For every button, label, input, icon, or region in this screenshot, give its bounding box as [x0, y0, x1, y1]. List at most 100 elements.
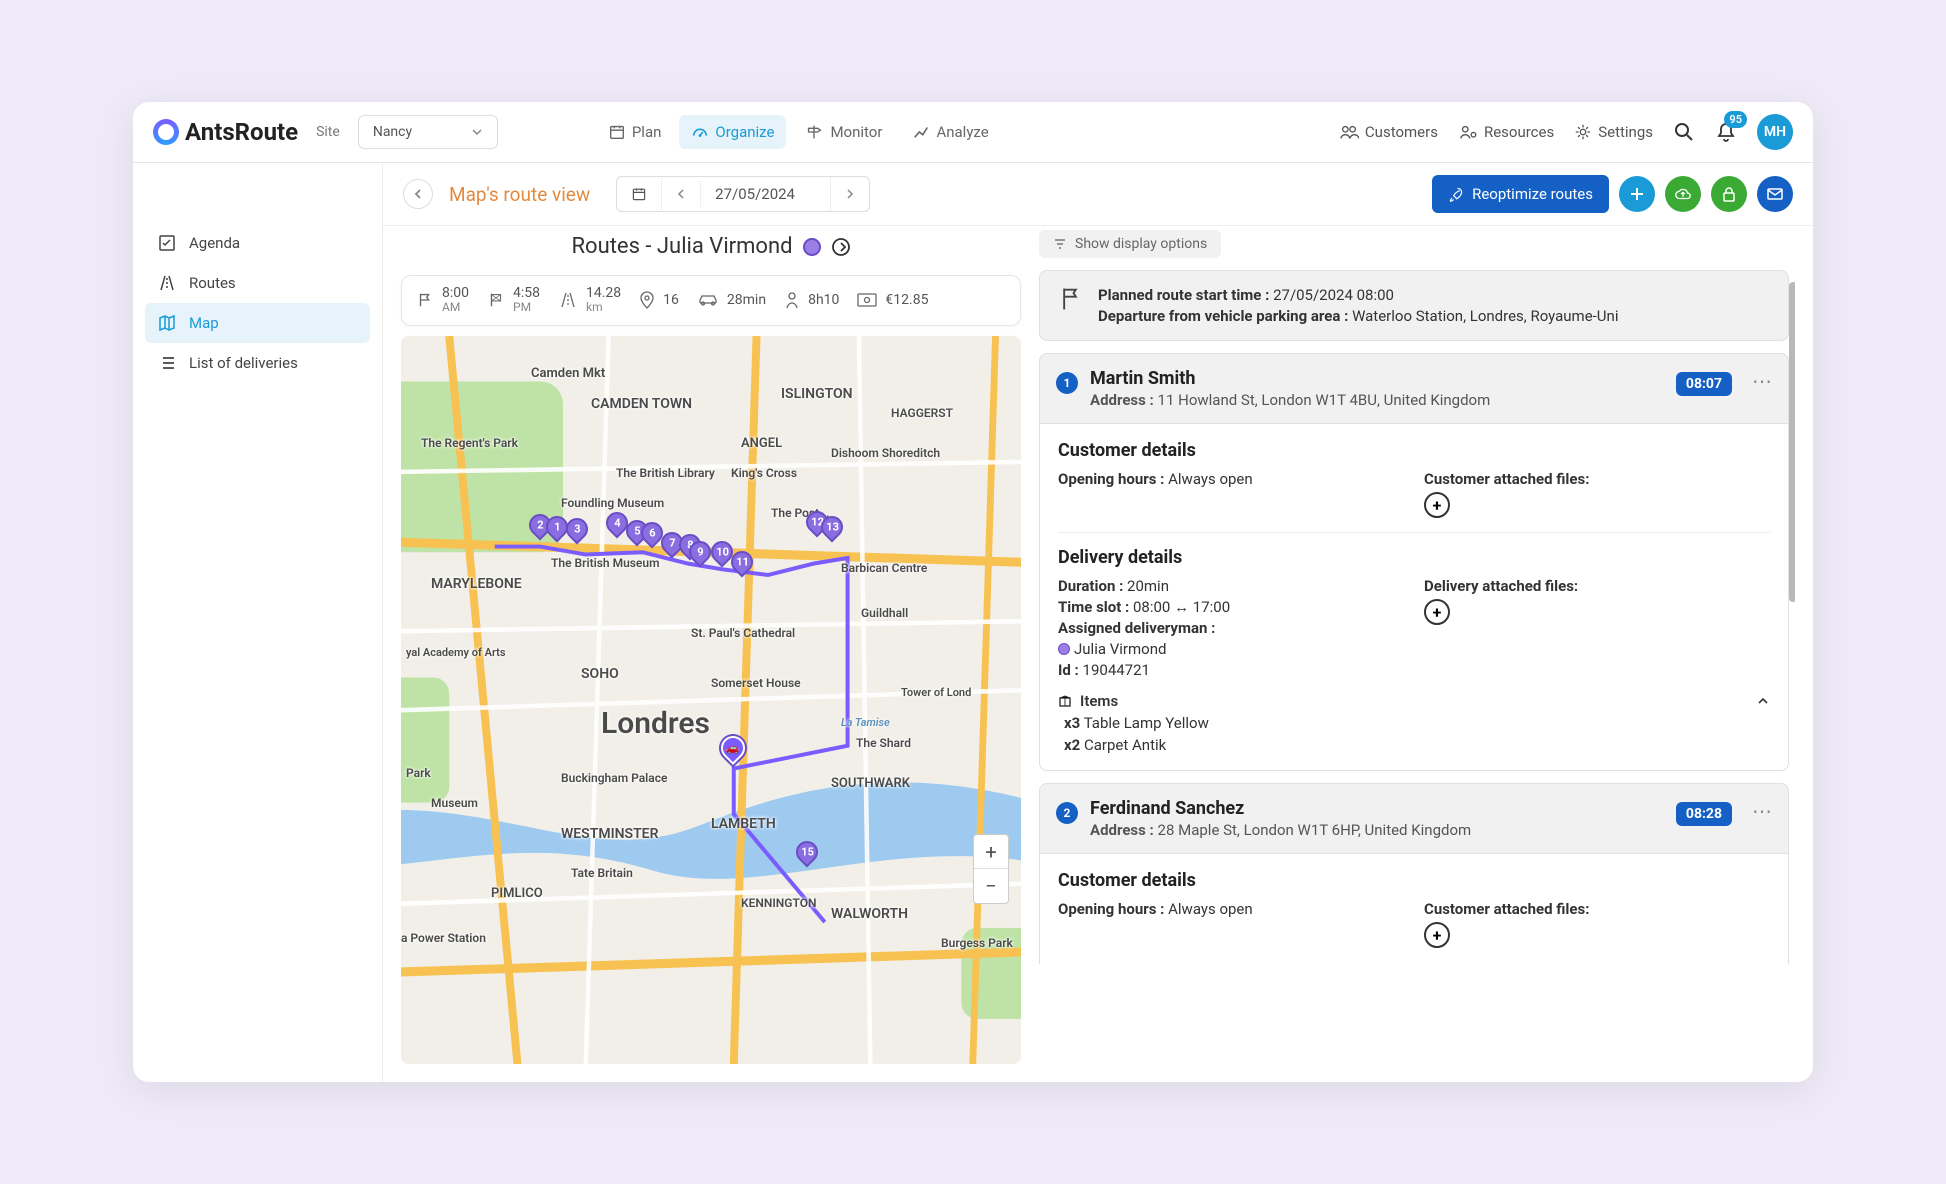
- stop-body: Customer details Opening hours : Always …: [1039, 854, 1789, 964]
- tab-plan[interactable]: Plan: [596, 115, 674, 149]
- route-heading: Routes - Julia Virmond: [401, 230, 1021, 265]
- filter-icon: [1053, 237, 1067, 251]
- stop-card: 2 Ferdinand Sanchez Address : 28 Maple S…: [1039, 783, 1789, 964]
- stop-number: 1: [1056, 372, 1078, 394]
- stop-menu[interactable]: ⋯: [1752, 376, 1772, 386]
- site-value: Nancy: [373, 124, 412, 140]
- add-delivery-file[interactable]: +: [1424, 599, 1450, 625]
- stop-header[interactable]: 2 Ferdinand Sanchez Address : 28 Maple S…: [1039, 783, 1789, 854]
- toolbar-right: Reoptimize routes: [1432, 175, 1793, 213]
- map-icon: [157, 313, 177, 333]
- add-button[interactable]: [1619, 176, 1655, 212]
- chevron-up-icon: [1756, 694, 1770, 708]
- lock-button[interactable]: [1711, 176, 1747, 212]
- stop-number: 2: [1056, 802, 1078, 824]
- left-pane: Routes - Julia Virmond 8:00AM 4:58PM: [401, 230, 1021, 1064]
- notifications-button[interactable]: 95: [1715, 121, 1737, 143]
- show-display-options[interactable]: Show display options: [1039, 230, 1221, 258]
- customer-name: Ferdinand Sanchez: [1090, 798, 1471, 819]
- reoptimize-button[interactable]: Reoptimize routes: [1432, 175, 1609, 213]
- rocket-icon: [1448, 186, 1464, 202]
- avatar[interactable]: MH: [1757, 114, 1793, 150]
- map[interactable]: Londres MARYLEBONE Camden Mkt CAMDEN TOW…: [401, 336, 1021, 1064]
- logo-icon: [153, 119, 179, 145]
- zoom-in[interactable]: +: [974, 835, 1008, 869]
- mail-button[interactable]: [1757, 176, 1793, 212]
- sidebar-item-deliveries[interactable]: List of deliveries: [145, 343, 370, 383]
- chevron-left-icon: [676, 189, 686, 199]
- date-display[interactable]: 27/05/2024: [701, 177, 831, 211]
- zoom-out[interactable]: −: [974, 869, 1008, 903]
- tab-monitor[interactable]: Monitor: [792, 115, 894, 149]
- flag-icon: [1056, 285, 1084, 313]
- plus-icon: [1629, 186, 1645, 202]
- person-icon: [784, 291, 800, 309]
- calendar-icon: [631, 186, 647, 202]
- nav-tabs: Plan Organize Monitor Analyze: [596, 115, 1001, 149]
- stat-end: 4:58PM: [487, 286, 540, 315]
- agenda-icon: [157, 233, 177, 253]
- site-select[interactable]: Nancy: [358, 115, 498, 149]
- flag-start-icon: [416, 291, 434, 309]
- stat-drive: 28min: [697, 292, 766, 308]
- main: Map's route view 27/05/2024 Reoptimize r…: [383, 163, 1813, 1082]
- chevron-down-icon: [471, 126, 483, 138]
- road-icon: [558, 291, 578, 309]
- logo[interactable]: AntsRoute: [153, 118, 298, 146]
- stop-menu[interactable]: ⋯: [1752, 806, 1772, 816]
- car-icon: [697, 293, 719, 307]
- tab-organize[interactable]: Organize: [679, 115, 786, 149]
- list-icon: [157, 353, 177, 373]
- person-gear-icon: [1458, 124, 1478, 140]
- search-button[interactable]: [1673, 121, 1695, 143]
- stat-start: 8:00AM: [416, 286, 469, 315]
- mail-icon: [1767, 188, 1783, 200]
- app-window: AntsRoute Site Nancy Plan Organize Monit…: [133, 102, 1813, 1082]
- map-city-label: Londres: [601, 706, 710, 741]
- scrollbar[interactable]: [1789, 282, 1795, 602]
- chevron-right-icon: [845, 189, 855, 199]
- chevron-left-icon: [412, 188, 424, 200]
- zoom-control: + −: [973, 834, 1009, 904]
- link-settings[interactable]: Settings: [1574, 123, 1653, 141]
- stat-distance: 14.28km: [558, 286, 621, 315]
- date-next[interactable]: [831, 181, 869, 207]
- add-customer-file[interactable]: +: [1424, 492, 1450, 518]
- link-resources[interactable]: Resources: [1458, 123, 1554, 141]
- right-pane: ✕ Show display options Planned route sta…: [1039, 230, 1795, 1064]
- content-row: Routes - Julia Virmond 8:00AM 4:58PM: [383, 226, 1813, 1082]
- app-name: AntsRoute: [185, 118, 298, 146]
- back-button[interactable]: [403, 179, 433, 209]
- chart-icon: [912, 123, 930, 141]
- items-toggle[interactable]: Items: [1058, 692, 1770, 710]
- body: Agenda Routes Map List of deliveries Map…: [133, 163, 1813, 1082]
- gear-icon: [1574, 123, 1592, 141]
- notif-badge: 95: [1724, 111, 1747, 128]
- sidebar-item-routes[interactable]: Routes: [145, 263, 370, 303]
- customer-name: Martin Smith: [1090, 368, 1490, 389]
- cloud-button[interactable]: [1665, 176, 1701, 212]
- stop-header[interactable]: 1 Martin Smith Address : 11 Howland St, …: [1039, 353, 1789, 424]
- box-icon: [1058, 694, 1072, 708]
- stat-cost: €12.85: [857, 292, 928, 308]
- add-customer-file[interactable]: +: [1424, 922, 1450, 948]
- date-prev[interactable]: [662, 181, 701, 207]
- gauge-icon: [691, 123, 709, 141]
- stop-card: 1 Martin Smith Address : 11 Howland St, …: [1039, 353, 1789, 771]
- target-icon[interactable]: [831, 237, 851, 257]
- tab-analyze[interactable]: Analyze: [900, 115, 1000, 149]
- people-icon: [1339, 124, 1359, 140]
- eta-pill: 08:28: [1676, 802, 1732, 826]
- link-customers[interactable]: Customers: [1339, 123, 1438, 141]
- driver-color-dot: [803, 238, 821, 256]
- calendar-button[interactable]: [617, 178, 662, 210]
- sidebar-item-agenda[interactable]: Agenda: [145, 223, 370, 263]
- pin-icon: [639, 291, 655, 309]
- date-picker-group: 27/05/2024: [616, 176, 870, 212]
- calendar-icon: [608, 123, 626, 141]
- cloud-up-icon: [1674, 187, 1692, 201]
- sidebar-label: List of deliveries: [189, 354, 298, 372]
- sidebar-item-map[interactable]: Map: [145, 303, 370, 343]
- sidebar-label: Routes: [189, 274, 236, 292]
- route-info-band: Planned route start time : 27/05/2024 08…: [1039, 270, 1789, 341]
